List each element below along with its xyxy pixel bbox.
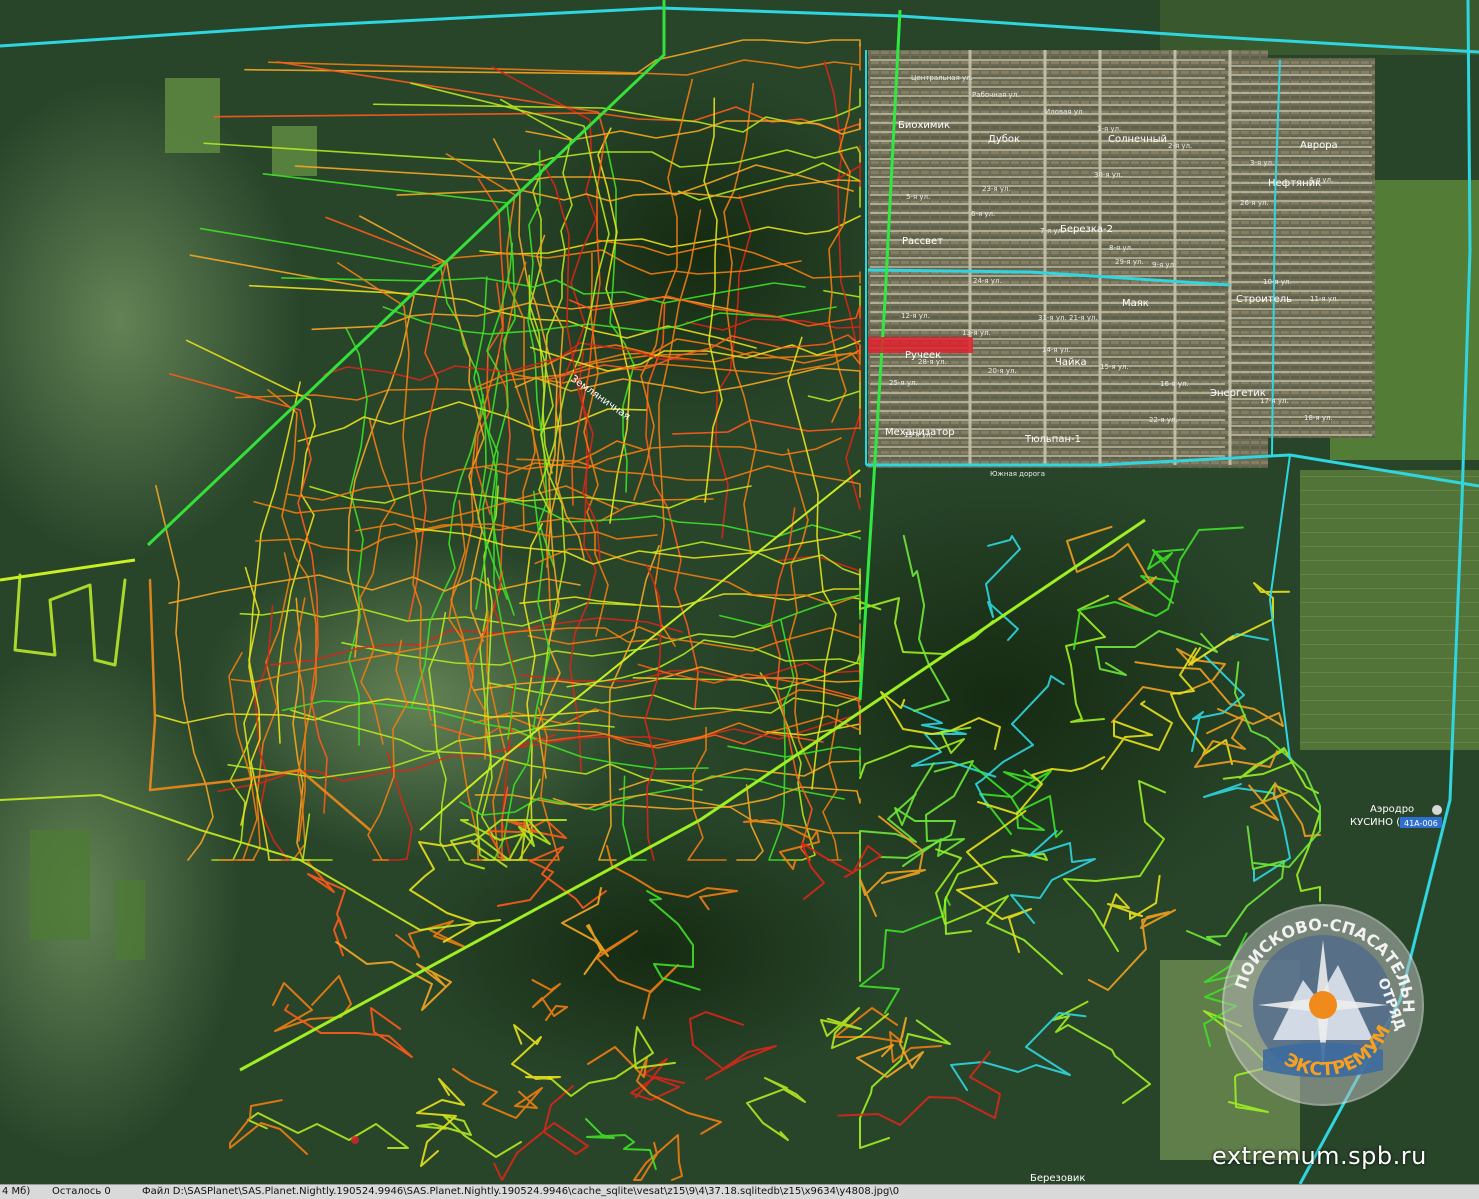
settlement-north [1160, 0, 1479, 55]
street-label: 29-я ул. [1115, 258, 1144, 266]
street-label: 9-я ул. [1152, 261, 1176, 269]
clearing [272, 126, 317, 176]
status-remaining: Осталось 0 [52, 1186, 111, 1197]
street-label: 28-я ул. [918, 358, 947, 366]
red-marker [351, 1136, 359, 1144]
street-label: 22-я ул. [1149, 416, 1178, 424]
street-label: 30-я ул. [1094, 171, 1123, 179]
settlement-name-label: Аврора [1300, 140, 1338, 151]
road-badge-label: 41А-006 [1404, 819, 1438, 828]
street-label: Иловая ул. [1045, 108, 1085, 116]
settlement-name-label: Солнечный [1108, 134, 1167, 145]
settlement-name-label: Маяк [1122, 298, 1149, 309]
street-label: 31-я ул. [1038, 314, 1067, 322]
south-road-label: Южная дорога [990, 470, 1045, 478]
status-size: 4 Мб) [2, 1186, 31, 1197]
settlement-name-label: Тюльпан-1 [1024, 434, 1081, 445]
street-label: 25-я ул. [889, 379, 918, 387]
street-label: 10-я ул. [1263, 278, 1292, 286]
street-label: 2-я ул. [1168, 142, 1192, 150]
watermark: extremum.spb.ru [1212, 1142, 1427, 1170]
street-label: 1-я ул. [1097, 125, 1121, 133]
street-label: 14-я ул. [1042, 346, 1071, 354]
clearing [30, 830, 90, 940]
status-file-path: Файл D:\SASPlanet\SAS.Planet.Nightly.190… [142, 1186, 900, 1197]
street-label: 15-я ул. [1100, 363, 1129, 371]
settlement-name-label: Рассвет [902, 236, 943, 247]
village-label: Березовик [1030, 1173, 1085, 1184]
status-bar: 4 Мб) Осталось 0 Файл D:\SASPlanet\SAS.P… [0, 1184, 1479, 1199]
street-label: 11-я ул. [1310, 295, 1339, 303]
settlement-name-label: Березка-2 [1060, 224, 1113, 235]
street-label: 7-я ул. [1040, 227, 1064, 235]
settlement-name-label: Дубок [988, 134, 1020, 145]
street-label: 21-я ул. [1069, 314, 1098, 322]
street-label: 16-я ул. [1160, 380, 1189, 388]
street-label: 18-я ул. [1304, 414, 1333, 422]
airport-icon [1432, 805, 1442, 815]
clearing [115, 880, 145, 960]
settlement-name-label: Биохимик [898, 120, 950, 131]
airport-label: Аэродро [1370, 804, 1414, 815]
street-label: 3-я ул. [1250, 159, 1274, 167]
street-label: 19-я ул. [904, 431, 933, 439]
street-label: Рабочная ул. [972, 91, 1019, 99]
extremum-logo: ПОИСКОВО-СПАСАТЕЛЬНЫЙ ЭКСТРЕМУМ ОТРЯД [1218, 900, 1424, 1106]
agricultural-field [1300, 470, 1479, 750]
street-label: 12-я ул. [901, 312, 930, 320]
street-label: 17-я ул. [1260, 397, 1289, 405]
street-label: 24-я ул. [973, 277, 1002, 285]
street-label: 4-я ул. [1309, 176, 1333, 184]
airport-label-2: КУСИНО (У [1350, 817, 1406, 828]
street-label: 13-я ул. [962, 329, 991, 337]
street-label: 23-я ул. [982, 185, 1011, 193]
street-label: 6-я ул. [971, 210, 995, 218]
street-label: Центральная ул. [911, 74, 973, 82]
settlement-name-label: Чайка [1055, 357, 1087, 368]
street-label: 26-я ул. [1240, 199, 1269, 207]
street-label: 5-я ул. [906, 193, 930, 201]
settlement-name-label: Энергетик [1210, 388, 1266, 399]
street-label: 20-я ул. [988, 367, 1017, 375]
clearing [165, 78, 220, 153]
settlement-name-label: Строитель [1236, 294, 1292, 305]
street-label: 8-я ул. [1109, 244, 1133, 252]
